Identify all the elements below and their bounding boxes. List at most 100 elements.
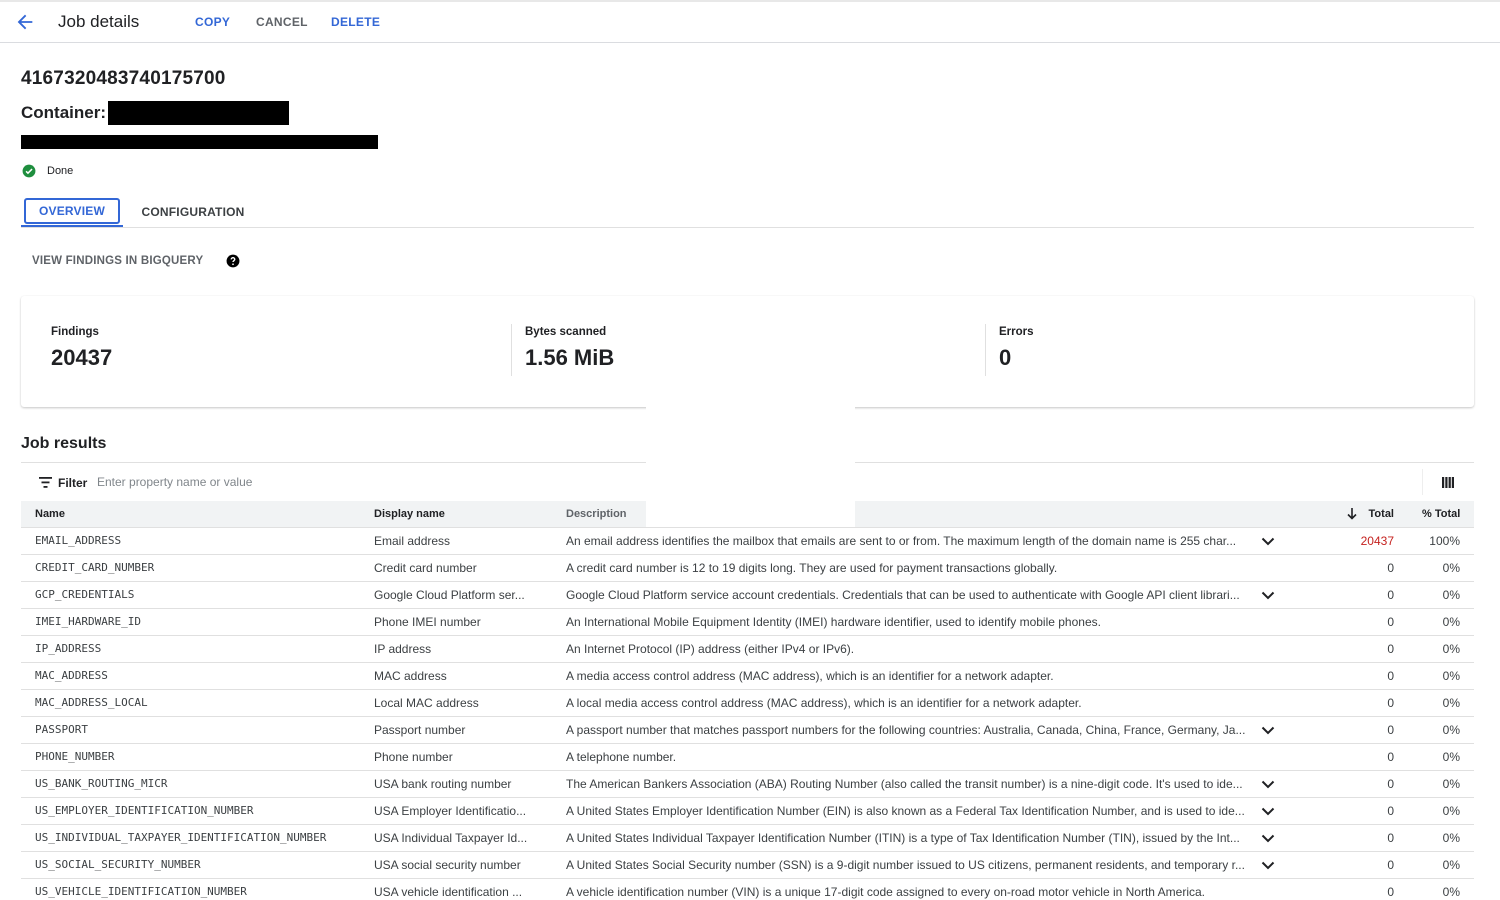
total-count: 0 <box>1286 689 1408 717</box>
display-name: USA vehicle identification ... <box>369 878 561 900</box>
table-row[interactable]: US_EMPLOYER_IDENTIFICATION_NUMBER USA Emp… <box>21 797 1474 825</box>
table-row[interactable]: US_INDIVIDUAL_TAXPAYER_IDENTIFICATION_NU… <box>21 824 1474 852</box>
info-type-name: EMAIL_ADDRESS <box>21 527 369 555</box>
expand-cell[interactable] <box>1250 581 1286 609</box>
percent-total: 0% <box>1408 689 1474 717</box>
column-display-options-icon[interactable] <box>1442 477 1454 488</box>
view-findings-in-bigquery-link[interactable]: VIEW FINDINGS IN BIGQUERY <box>32 255 203 267</box>
column-header-total[interactable]: Total <box>1286 501 1408 528</box>
description: The American Bankers Association (ABA) R… <box>561 770 1250 798</box>
column-header-pct-total[interactable]: % Total <box>1408 501 1474 528</box>
expand-chevron-icon[interactable] <box>1261 807 1275 816</box>
info-type-name: GCP_CREDENTIALS <box>21 581 369 609</box>
filter-icon[interactable] <box>39 477 52 488</box>
total-count: 0 <box>1286 770 1408 798</box>
info-type-name: US_BANK_ROUTING_MICR <box>21 770 369 798</box>
expand-cell[interactable] <box>1250 824 1286 852</box>
table-row[interactable]: US_SOCIAL_SECURITY_NUMBER USA social secu… <box>21 851 1474 879</box>
expand-chevron-icon[interactable] <box>1261 780 1275 789</box>
percent-total: 0% <box>1408 851 1474 879</box>
expand-chevron-icon[interactable] <box>1261 726 1275 735</box>
toolbar-divider <box>1422 469 1423 495</box>
expand-chevron-icon[interactable] <box>1261 537 1275 546</box>
info-type-name: MAC_ADDRESS_LOCAL <box>21 689 369 717</box>
stat-bytes-scanned: Bytes scanned 1.56 MiB <box>525 326 614 371</box>
back-arrow-icon[interactable] <box>14 11 36 33</box>
description: An International Mobile Equipment Identi… <box>561 608 1250 636</box>
column-header-name[interactable]: Name <box>21 501 369 528</box>
stat-label: Errors <box>999 326 1034 338</box>
total-count: 0 <box>1286 824 1408 852</box>
help-icon[interactable] <box>226 254 240 268</box>
results-table-body: EMAIL_ADDRESS Email address An email addre… <box>21 527 1474 900</box>
table-row[interactable]: CREDIT_CARD_NUMBER Credit card number A cr… <box>21 554 1474 582</box>
info-type-name: US_SOCIAL_SECURITY_NUMBER <box>21 851 369 879</box>
total-count: 0 <box>1286 851 1408 879</box>
table-row[interactable]: US_VEHICLE_IDENTIFICATION_NUMBER USA vehi… <box>21 878 1474 900</box>
display-name: USA bank routing number <box>369 770 561 798</box>
cancel-button[interactable]: CANCEL <box>256 15 308 29</box>
display-name: USA Employer Identificatio... <box>369 797 561 825</box>
delete-button[interactable]: DELETE <box>331 15 380 29</box>
display-name: Phone number <box>369 743 561 771</box>
column-header-total-label: Total <box>1368 507 1394 520</box>
description: A local media access control address (MA… <box>561 689 1250 717</box>
expand-cell[interactable] <box>1250 851 1286 879</box>
expand-chevron-icon[interactable] <box>1261 591 1275 600</box>
expand-cell <box>1250 878 1286 900</box>
table-row[interactable]: MAC_ADDRESS MAC address A media access con… <box>21 662 1474 690</box>
display-name: MAC address <box>369 662 561 690</box>
info-type-name: US_VEHICLE_IDENTIFICATION_NUMBER <box>21 878 369 900</box>
container-row: Container: <box>21 101 289 125</box>
active-tab-indicator <box>21 225 123 227</box>
table-row[interactable]: US_BANK_ROUTING_MICR USA bank routing num… <box>21 770 1474 798</box>
percent-total: 0% <box>1408 608 1474 636</box>
description: An Internet Protocol (IP) address (eithe… <box>561 635 1250 663</box>
filter-input[interactable] <box>97 471 497 493</box>
tab-configuration[interactable]: CONFIGURATION <box>141 197 244 227</box>
tab-bar: OVERVIEW CONFIGURATION <box>21 197 1474 228</box>
table-row[interactable]: IP_ADDRESS IP address An Internet Protocol… <box>21 635 1474 663</box>
info-type-name: IP_ADDRESS <box>21 635 369 663</box>
expand-cell <box>1250 743 1286 771</box>
expand-chevron-icon[interactable] <box>1261 834 1275 843</box>
display-name: Passport number <box>369 716 561 744</box>
table-row[interactable]: PASSPORT Passport number A passport number… <box>21 716 1474 744</box>
expand-chevron-icon[interactable] <box>1261 861 1275 870</box>
percent-total: 100% <box>1408 527 1474 555</box>
stat-value: 1.56 MiB <box>525 345 615 370</box>
stat-label: Findings <box>51 326 99 338</box>
expand-cell <box>1250 689 1286 717</box>
expand-cell[interactable] <box>1250 797 1286 825</box>
tab-overview[interactable]: OVERVIEW <box>24 198 120 224</box>
info-type-name: PHONE_NUMBER <box>21 743 369 771</box>
expand-cell <box>1250 635 1286 663</box>
sort-descending-icon[interactable] <box>1346 507 1357 520</box>
description: Google Cloud Platform service account cr… <box>561 581 1250 609</box>
redacted-container-name <box>108 101 289 125</box>
info-type-name: US_EMPLOYER_IDENTIFICATION_NUMBER <box>21 797 369 825</box>
table-row[interactable]: EMAIL_ADDRESS Email address An email addre… <box>21 527 1474 555</box>
redacted-resource-path <box>21 135 378 149</box>
description: A passport number that matches passport … <box>561 716 1250 744</box>
job-results-title: Job results <box>21 435 107 452</box>
status-text: Done <box>47 165 74 177</box>
stat-errors: Errors 0 <box>999 326 1034 371</box>
page-title: Job details <box>58 12 140 31</box>
column-header-display-name[interactable]: Display name <box>369 501 561 528</box>
expand-cell[interactable] <box>1250 527 1286 555</box>
check-circle-icon <box>22 164 36 178</box>
percent-total: 0% <box>1408 797 1474 825</box>
table-row[interactable]: PHONE_NUMBER Phone number A telephone numb… <box>21 743 1474 771</box>
copy-button[interactable]: COPY <box>195 15 230 29</box>
table-row[interactable]: GCP_CREDENTIALS Google Cloud Platform ser… <box>21 581 1474 609</box>
table-row[interactable]: MAC_ADDRESS_LOCAL Local MAC address A loca… <box>21 689 1474 717</box>
display-name: Google Cloud Platform ser... <box>369 581 561 609</box>
percent-total: 0% <box>1408 770 1474 798</box>
percent-total: 0% <box>1408 878 1474 900</box>
display-name: Credit card number <box>369 554 561 582</box>
expand-cell[interactable] <box>1250 770 1286 798</box>
description: An email address identifies the mailbox … <box>561 527 1250 555</box>
table-row[interactable]: IMEI_HARDWARE_ID Phone IMEI number An Inte… <box>21 608 1474 636</box>
expand-cell[interactable] <box>1250 716 1286 744</box>
